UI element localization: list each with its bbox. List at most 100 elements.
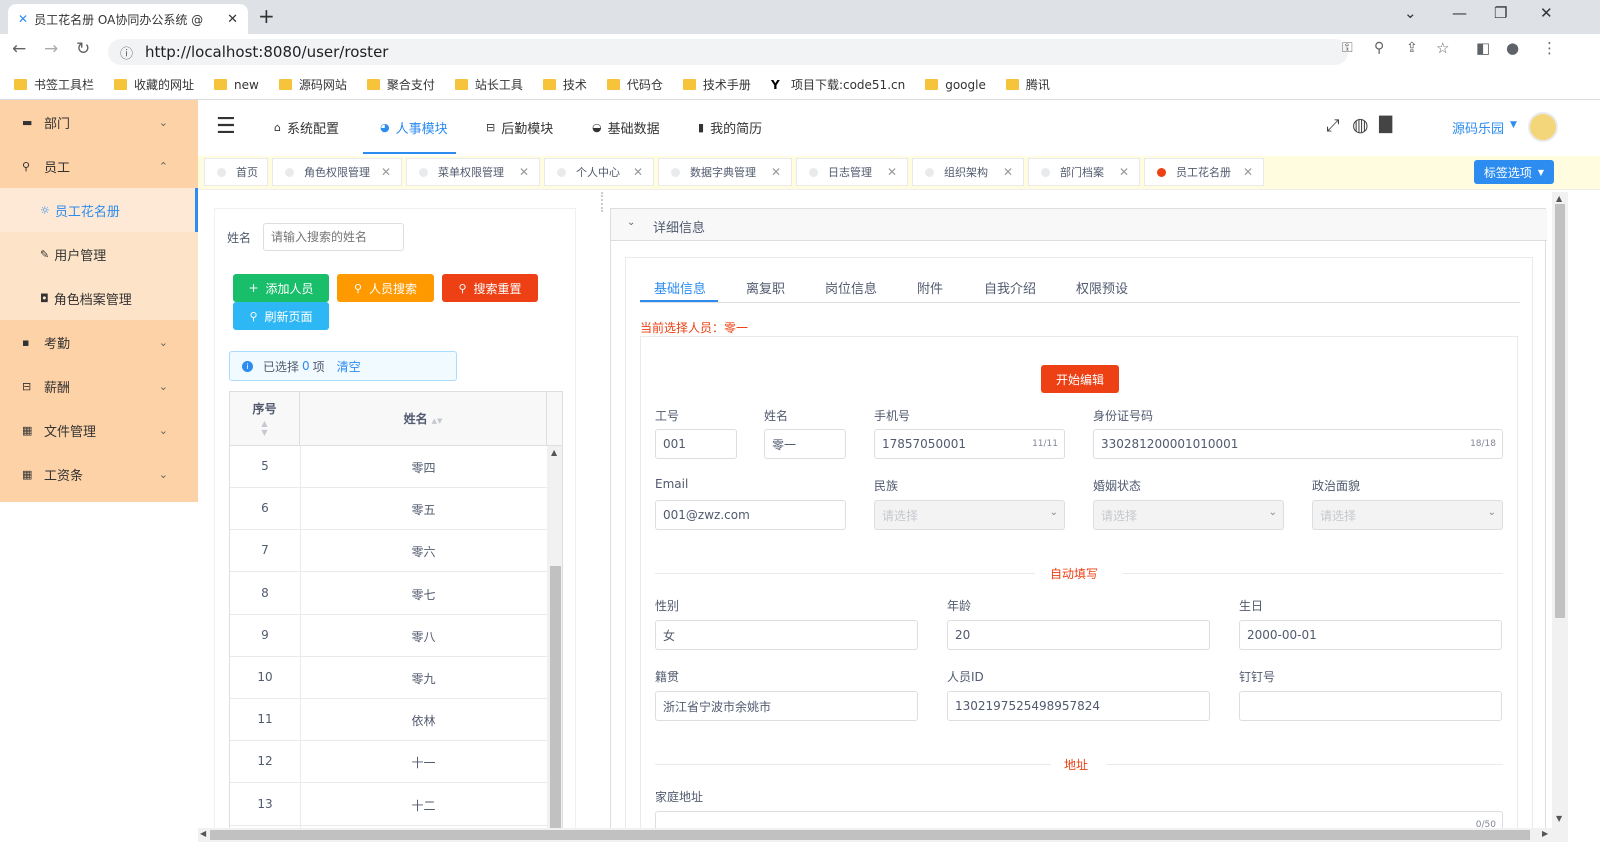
nav-my-resume[interactable]: ▮ 我的简历 <box>698 118 762 137</box>
key-icon[interactable]: ⚿ <box>1342 40 1353 56</box>
start-edit-button[interactable]: 开始编辑 <box>1041 365 1119 393</box>
table-scrollbar[interactable]: ▲ <box>547 446 562 830</box>
bookmark-item[interactable]: 源码网站 <box>278 76 347 93</box>
marital-select[interactable]: 请选择 ⌄ <box>1093 500 1284 530</box>
work-no-field[interactable]: 001 <box>655 429 737 459</box>
reset-search-button[interactable]: ⚲ 搜索重置 <box>442 274 538 302</box>
tag-options-button[interactable]: 标签选项 ▼ <box>1473 160 1554 184</box>
browser-tab[interactable]: ✕ 员工花名册 OA协同办公系统 @ ✕ <box>8 4 248 34</box>
forward-icon[interactable]: → <box>44 39 58 59</box>
tab-resign-rehire[interactable]: 离复职 <box>746 278 785 297</box>
sidebar-item-attendance[interactable]: ▪ 考勤 ⌄ <box>0 320 198 364</box>
email-field[interactable]: 001@zwz.com <box>655 500 846 530</box>
sidebar-item-employee[interactable]: ⚲ 员工 ⌃ <box>0 144 198 188</box>
clear-selection-link[interactable]: 清空 <box>337 358 361 375</box>
address-bar[interactable]: ⓘ http://localhost:8080/user/roster <box>108 39 1348 65</box>
table-row[interactable]: 8 零七 <box>230 573 547 615</box>
close-tag-icon[interactable]: ✕ <box>1003 165 1013 179</box>
tag-home[interactable]: 首页 <box>204 158 268 186</box>
sidebar-item-roster[interactable]: ☼ 员工花名册 <box>0 188 198 232</box>
scroll-thumb[interactable] <box>210 830 1530 840</box>
info-icon[interactable]: ⓘ <box>120 43 133 62</box>
table-row[interactable]: 13 十二 <box>230 784 547 826</box>
tag-menu-permission[interactable]: 菜单权限管理 ✕ <box>406 158 540 186</box>
close-tag-icon[interactable]: ✕ <box>771 165 781 179</box>
back-icon[interactable]: ← <box>12 39 26 59</box>
tag-role-permission[interactable]: 角色权限管理 ✕ <box>272 158 402 186</box>
avatar[interactable] <box>1528 112 1558 142</box>
person-id-field[interactable]: 1302197525498957824 <box>947 691 1210 721</box>
table-row[interactable]: 11 依林 <box>230 699 547 742</box>
page-horizontal-scrollbar[interactable]: ◀ ▶ <box>198 828 1568 842</box>
close-tag-icon[interactable]: ✕ <box>887 165 897 179</box>
scroll-up-icon[interactable]: ▲ <box>551 448 557 457</box>
detail-panel-header[interactable]: ⌄ 详细信息 <box>611 209 1547 241</box>
sort-icon[interactable]: ▲▼ <box>432 417 443 425</box>
scroll-right-icon[interactable]: ▶ <box>1542 829 1548 838</box>
search-name-input[interactable] <box>263 223 404 251</box>
birthday-field[interactable]: 2000-00-01 <box>1239 620 1502 650</box>
dingding-field[interactable] <box>1239 691 1502 721</box>
sidebar-item-payslip[interactable]: ▦ 工资条 ⌄ <box>0 452 198 496</box>
bookmark-item[interactable]: 站长工具 <box>454 76 523 93</box>
table-row[interactable]: 6 零五 <box>230 488 547 531</box>
minimize-icon[interactable]: — <box>1452 4 1467 22</box>
tag-personal-center[interactable]: 个人中心 ✕ <box>544 158 654 186</box>
nav-hr-module[interactable]: ◕ 人事模块 <box>380 118 448 137</box>
globe-icon[interactable]: ◍ <box>1352 114 1369 136</box>
tag-org[interactable]: 组织架构 ✕ <box>912 158 1024 186</box>
share-icon[interactable]: ⇪ <box>1406 40 1418 56</box>
bookmark-item[interactable]: 书签工具栏 <box>14 76 94 93</box>
tag-log[interactable]: 日志管理 ✕ <box>796 158 908 186</box>
gender-field[interactable]: 女 <box>655 620 918 650</box>
table-row[interactable]: 7 零六 <box>230 530 547 573</box>
bookmark-item[interactable]: 腾讯 <box>1005 76 1050 93</box>
tab-position-info[interactable]: 岗位信息 <box>825 278 877 297</box>
bookmark-item[interactable]: 代码仓 <box>606 76 663 93</box>
bookmark-item[interactable]: 收藏的网址 <box>114 76 194 93</box>
close-tag-icon[interactable]: ✕ <box>519 165 529 179</box>
bookmark-item[interactable]: 技术 <box>542 76 587 93</box>
refresh-page-button[interactable]: ⚲ 刷新页面 <box>233 302 329 330</box>
sidebar-item-files[interactable]: ▦ 文件管理 ⌄ <box>0 408 198 452</box>
sidebar-item-role-archive[interactable]: ◘ 角色档案管理 <box>0 276 198 320</box>
tag-dept-archive[interactable]: 部门档案 ✕ <box>1028 158 1140 186</box>
name-field[interactable]: 零一 <box>764 429 846 459</box>
reload-icon[interactable]: ↻ <box>76 39 90 59</box>
table-row[interactable]: 5 零四 <box>230 446 547 488</box>
maximize-icon[interactable]: ❐ <box>1494 4 1507 22</box>
nav-logistics[interactable]: ⊟ 后勤模块 <box>486 118 553 137</box>
age-field[interactable]: 20 <box>947 620 1210 650</box>
close-tag-icon[interactable]: ✕ <box>633 165 643 179</box>
table-row[interactable]: 10 零九 <box>230 657 547 699</box>
profile-icon[interactable]: ● <box>1506 39 1519 57</box>
sidepanel-icon[interactable]: ◧ <box>1476 39 1490 57</box>
scroll-up-icon[interactable]: ▲ <box>1556 194 1562 203</box>
tab-basic-info[interactable]: 基础信息 <box>654 278 706 297</box>
close-tag-icon[interactable]: ✕ <box>1119 165 1129 179</box>
fullscreen-icon[interactable]: ⤢ <box>1326 116 1340 136</box>
close-tag-icon[interactable]: ✕ <box>381 165 391 179</box>
close-window-icon[interactable]: ✕ <box>1540 4 1553 22</box>
close-tag-icon[interactable]: ✕ <box>1243 165 1253 179</box>
lock-icon[interactable]: ▇ <box>1379 114 1392 134</box>
tag-roster[interactable]: 员工花名册 ✕ <box>1144 158 1264 186</box>
tab-search-icon[interactable]: ⌄ <box>1404 4 1417 22</box>
scroll-left-icon[interactable]: ◀ <box>200 829 206 838</box>
sort-icon[interactable]: ▲▼ <box>230 419 299 437</box>
search-person-button[interactable]: ⚲ 人员搜索 <box>337 274 434 302</box>
mobile-field[interactable]: 17857050001 11/11 <box>874 429 1065 459</box>
table-row[interactable]: 12 十一 <box>230 741 547 784</box>
bookmark-item[interactable]: Y 项目下载:code51.cn <box>771 76 905 93</box>
bookmark-item[interactable]: 聚合支付 <box>366 76 435 93</box>
new-tab-icon[interactable]: + <box>258 4 275 28</box>
political-select[interactable]: 请选择 ⌄ <box>1312 500 1503 530</box>
username[interactable]: 源码乐园 <box>1452 118 1504 137</box>
split-handle[interactable] <box>601 192 605 212</box>
add-person-button[interactable]: + 添加人员 <box>233 274 329 302</box>
tab-permission-preset[interactable]: 权限预设 <box>1076 278 1128 297</box>
sidebar-item-salary[interactable]: ⊟ 薪酬 ⌄ <box>0 364 198 408</box>
menu-icon[interactable]: ⋮ <box>1542 39 1557 57</box>
tab-self-intro[interactable]: 自我介绍 <box>984 278 1036 297</box>
collapse-chevron-icon[interactable]: ⌄ <box>627 217 635 228</box>
